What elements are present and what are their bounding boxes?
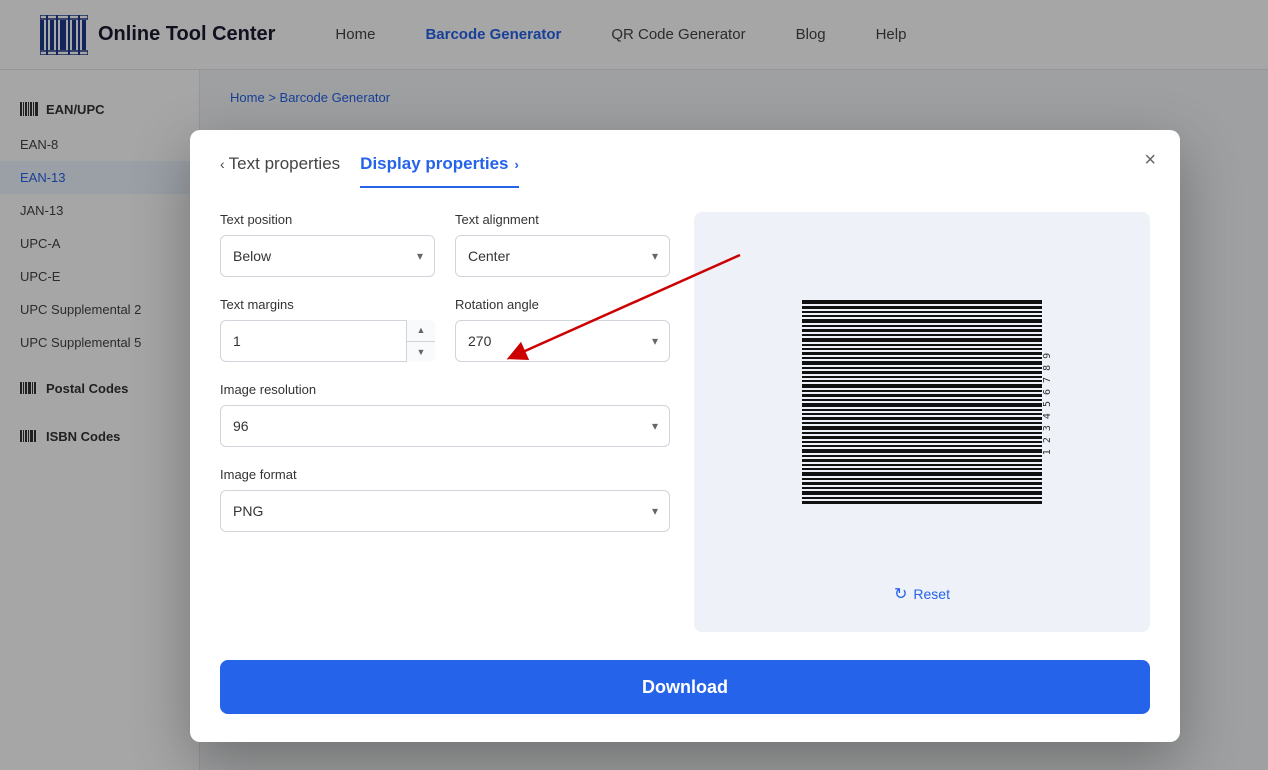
text-margins-input[interactable] (220, 320, 435, 362)
image-resolution-group: Image resolution 72 96 150 300 (220, 382, 670, 447)
image-resolution-select-wrapper: 72 96 150 300 (220, 405, 670, 447)
text-position-group: Text position Below Above None (220, 212, 435, 277)
tab-text-properties[interactable]: ‹ Text properties (220, 154, 340, 188)
text-position-select[interactable]: Below Above None (220, 235, 435, 277)
chevron-left-icon: ‹ (220, 156, 225, 172)
text-alignment-group: Text alignment Center Left Right (455, 212, 670, 277)
form-row-4: Image format PNG JPEG SVG BMP (220, 467, 670, 532)
form-row-2: Text margins ▲ ▼ Rotation angle (220, 297, 670, 362)
image-resolution-select[interactable]: 72 96 150 300 (220, 405, 670, 447)
barcode-image: 1 2 3 4 5 6 7 8 9 1 1 2 3 4 5 6 7 8 9 (792, 264, 1052, 544)
image-format-select-wrapper: PNG JPEG SVG BMP (220, 490, 670, 532)
text-margins-label: Text margins (220, 297, 435, 312)
modal-close-button[interactable]: × (1144, 150, 1156, 170)
preview-panel: 1 2 3 4 5 6 7 8 9 1 1 2 3 4 5 6 7 8 9 ↻ … (694, 212, 1150, 632)
text-alignment-select-wrapper: Center Left Right (455, 235, 670, 277)
rotation-angle-select-wrapper: 0 90 180 270 (455, 320, 670, 362)
form-panel: Text position Below Above None Text alig… (220, 212, 670, 632)
image-format-group: Image format PNG JPEG SVG BMP (220, 467, 670, 532)
tab-display-properties[interactable]: Display properties › (360, 154, 519, 188)
download-section: Download (190, 660, 1180, 742)
modal-dialog: ‹ Text properties Display properties › ×… (190, 130, 1180, 742)
barcode-preview: 1 2 3 4 5 6 7 8 9 1 1 2 3 4 5 6 7 8 9 (714, 232, 1130, 576)
image-format-select[interactable]: PNG JPEG SVG BMP (220, 490, 670, 532)
text-margins-input-wrapper: ▲ ▼ (220, 320, 435, 362)
svg-text:1 2 3 4 5 6 7 8 9: 1 2 3 4 5 6 7 8 9 (1042, 353, 1052, 455)
modal-body: Text position Below Above None Text alig… (190, 188, 1180, 660)
form-row-3: Image resolution 72 96 150 300 (220, 382, 670, 447)
chevron-right-icon: › (515, 157, 519, 172)
reset-button[interactable]: ↻ Reset (886, 576, 958, 612)
text-margins-decrement[interactable]: ▼ (407, 342, 435, 363)
image-format-label: Image format (220, 467, 670, 482)
rotation-angle-select[interactable]: 0 90 180 270 (455, 320, 670, 362)
modal-tabs: ‹ Text properties Display properties › (220, 154, 519, 188)
rotation-angle-label: Rotation angle (455, 297, 670, 312)
text-alignment-label: Text alignment (455, 212, 670, 227)
text-position-label: Text position (220, 212, 435, 227)
image-resolution-label: Image resolution (220, 382, 670, 397)
svg-text:1 1 2 3 4 5 6 7 8 9: 1 1 2 3 4 5 6 7 8 9 (792, 353, 795, 456)
download-button[interactable]: Download (220, 660, 1150, 714)
text-margins-group: Text margins ▲ ▼ (220, 297, 435, 362)
text-alignment-select[interactable]: Center Left Right (455, 235, 670, 277)
rotation-angle-group: Rotation angle 0 90 180 270 (455, 297, 670, 362)
form-row-1: Text position Below Above None Text alig… (220, 212, 670, 277)
reset-icon: ↻ (894, 584, 907, 604)
text-position-select-wrapper: Below Above None (220, 235, 435, 277)
text-margins-increment[interactable]: ▲ (407, 320, 435, 342)
modal-header: ‹ Text properties Display properties › × (190, 130, 1180, 188)
text-margins-spinner: ▲ ▼ (406, 320, 435, 362)
